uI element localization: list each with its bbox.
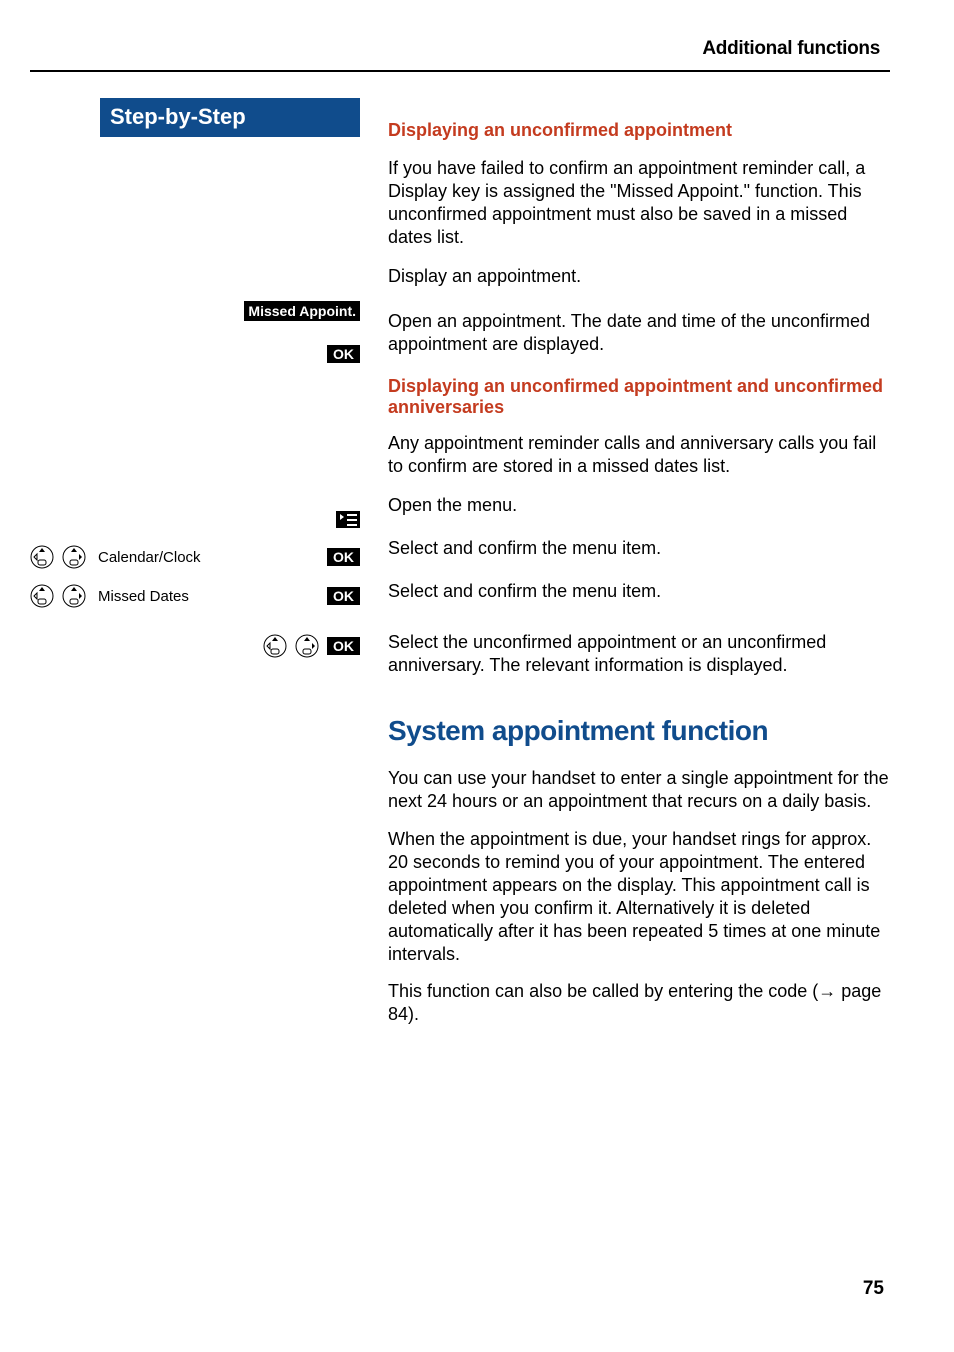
control-key-icon[interactable] — [30, 584, 54, 608]
section-title: Additional functions — [30, 38, 890, 70]
paragraph: Select and confirm the menu item. — [388, 537, 890, 560]
missed-appoint-display-key[interactable]: Missed Appoint. — [244, 301, 360, 321]
paragraph: Any appointment reminder calls and anniv… — [388, 432, 890, 478]
paragraph: Open an appointment. The date and time o… — [388, 310, 890, 356]
arrow-icon: → — [818, 981, 836, 1001]
page-number: 75 — [863, 1278, 884, 1300]
heading-display-unconfirmed-appointment: Displaying an unconfirmed appointment — [388, 120, 890, 141]
heading-display-unconfirmed-anniv: Displaying an unconfirmed appointment an… — [388, 376, 890, 418]
paragraph: If you have failed to confirm an appoint… — [388, 157, 890, 249]
control-key-icon[interactable] — [295, 634, 319, 658]
menu-icon[interactable] — [336, 511, 360, 528]
paragraph: Select the unconfirmed appointment or an… — [388, 631, 890, 677]
menu-item-missed-dates: Missed Dates — [94, 588, 319, 605]
header-rule — [30, 70, 890, 72]
paragraph: Display an appointment. — [388, 265, 890, 288]
paragraph: When the appointment is due, your handse… — [388, 828, 890, 966]
text-span: This function can also be called by ente… — [388, 981, 818, 1001]
paragraph: Open the menu. — [388, 494, 890, 517]
control-key-icon[interactable] — [62, 584, 86, 608]
control-key-icon[interactable] — [263, 634, 287, 658]
paragraph: You can use your handset to enter a sing… — [388, 767, 890, 813]
control-key-icon[interactable] — [62, 545, 86, 569]
ok-key[interactable]: OK — [327, 637, 360, 655]
paragraph: This function can also be called by ente… — [388, 980, 890, 1026]
heading-system-appointment: System appointment function — [388, 715, 890, 747]
step-by-step-banner: Step-by-Step — [100, 98, 360, 137]
ok-key[interactable]: OK — [327, 548, 360, 566]
ok-key[interactable]: OK — [327, 587, 360, 605]
control-key-icon[interactable] — [30, 545, 54, 569]
paragraph: Select and confirm the menu item. — [388, 580, 890, 603]
menu-item-calendar-clock: Calendar/Clock — [94, 549, 319, 566]
ok-key[interactable]: OK — [327, 345, 360, 363]
